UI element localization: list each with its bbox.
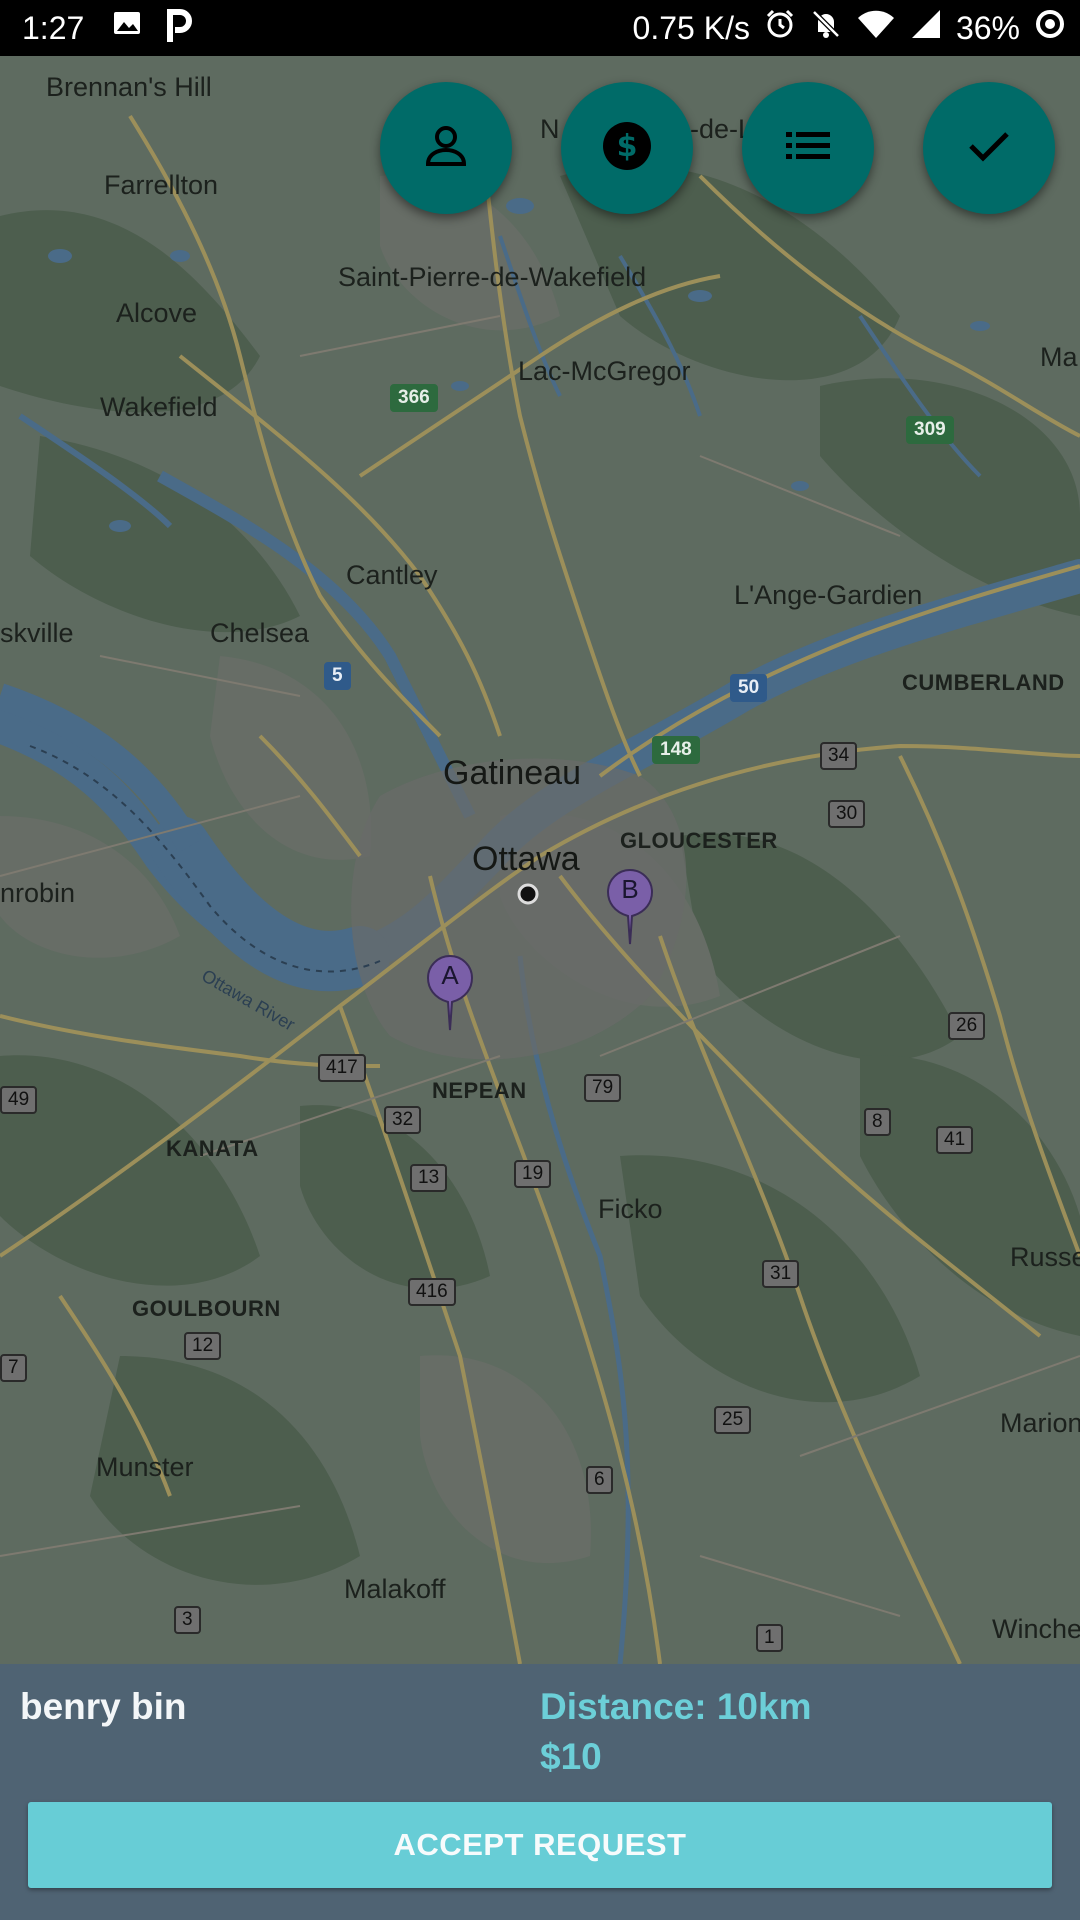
marker-a-label: A — [441, 960, 459, 990]
route-shield: 1 — [756, 1624, 783, 1652]
map-label: Winche — [992, 1614, 1080, 1644]
marker-b[interactable]: B — [606, 866, 654, 946]
map-label: Cantley — [346, 560, 438, 590]
person-icon — [422, 122, 470, 175]
route-shield: 32 — [384, 1106, 422, 1134]
svg-text:$: $ — [617, 129, 638, 164]
map-label: skville — [0, 618, 74, 648]
map-label: Gatineau — [443, 754, 581, 792]
check-icon — [965, 126, 1013, 171]
map-label: Ma — [1040, 342, 1078, 372]
route-shield: 366 — [390, 384, 438, 412]
list-icon — [784, 126, 832, 171]
route-shield: 79 — [584, 1074, 622, 1102]
alarm-icon — [764, 8, 796, 48]
battery-percent: 36% — [955, 9, 1020, 46]
map-label: Ficko — [598, 1194, 663, 1224]
route-shield: 416 — [408, 1278, 456, 1306]
marker-b-label: B — [621, 874, 639, 904]
status-time: 1:27 — [22, 10, 85, 46]
route-shield: 12 — [184, 1332, 222, 1360]
route-shield: 3 — [174, 1606, 201, 1634]
profile-button[interactable] — [380, 82, 512, 214]
route-shield: 31 — [762, 1260, 800, 1288]
map-label: Munster — [96, 1452, 194, 1482]
map-label: Ottawa — [472, 840, 580, 878]
route-shield: 49 — [0, 1086, 38, 1114]
map-label: Marion — [1000, 1408, 1080, 1438]
route-shield: 50 — [730, 674, 768, 702]
rider-name: benry bin — [20, 1686, 187, 1727]
requests-list-button[interactable] — [742, 82, 874, 214]
notifications-off-icon — [810, 8, 842, 48]
status-right: 0.75 K/s 36% — [633, 8, 1066, 48]
route-shield: 19 — [514, 1160, 552, 1188]
route-shield: 309 — [906, 416, 954, 444]
map-label: NEPEAN — [432, 1078, 527, 1103]
map-label: Saint-Pierre-de-Wakefield — [338, 262, 647, 292]
map-label: Chelsea — [210, 618, 310, 648]
accept-request-button[interactable]: ACCEPT REQUEST — [28, 1802, 1052, 1888]
map-label: Russe — [1010, 1242, 1080, 1272]
map-label: Alcove — [116, 298, 198, 328]
route-shield: 417 — [318, 1054, 366, 1082]
route-shield: 34 — [820, 742, 858, 770]
route-shield: 25 — [714, 1406, 752, 1434]
wifi-icon — [856, 8, 896, 48]
route-shield: 5 — [324, 662, 351, 690]
map-label: KANATA — [166, 1136, 259, 1161]
network-speed: 0.75 K/s — [632, 9, 750, 46]
trip-price: $10 — [540, 1736, 602, 1777]
parking-app-icon — [164, 8, 194, 52]
map-label: CUMBERLAND — [902, 670, 1065, 695]
marker-a[interactable]: A — [426, 952, 474, 1032]
map-label: Farrellton — [104, 170, 219, 200]
payment-button[interactable]: $ — [561, 82, 693, 214]
signal-icon — [910, 8, 942, 48]
map-label: Lac-McGregor — [518, 356, 691, 386]
image-icon — [112, 8, 142, 46]
map-label: Wakefield — [100, 392, 218, 422]
map-label: GOULBOURN — [132, 1296, 281, 1321]
map-label: GLOUCESTER — [620, 828, 778, 853]
route-shield: 148 — [652, 736, 700, 764]
map-label: N — [540, 114, 560, 144]
map-label: Brennan's Hill — [46, 72, 212, 102]
route-shield: 26 — [948, 1012, 986, 1040]
confirm-button[interactable] — [923, 82, 1055, 214]
map-view[interactable]: Brennan's Hill Farrellton Saint-Pierre-d… — [0, 56, 1080, 1664]
request-panel: benry bin Distance: 10km $10 ACCEPT REQU… — [0, 1664, 1080, 1920]
dollar-icon: $ — [601, 120, 653, 177]
map-label: L'Ange-Gardien — [734, 580, 923, 610]
trip-distance: Distance: 10km — [540, 1686, 812, 1727]
route-shield: 8 — [864, 1108, 891, 1136]
map-label: nrobin — [0, 878, 76, 908]
map-label: Malakoff — [344, 1574, 446, 1604]
battery-icon — [1034, 8, 1066, 48]
route-shield: 13 — [410, 1164, 448, 1192]
route-shield: 6 — [586, 1466, 613, 1494]
route-shield: 41 — [936, 1126, 974, 1154]
route-shield: 7 — [0, 1354, 27, 1382]
status-bar: 1:27 0.75 K/s 36% — [0, 0, 1080, 56]
route-shield: 30 — [828, 800, 866, 828]
